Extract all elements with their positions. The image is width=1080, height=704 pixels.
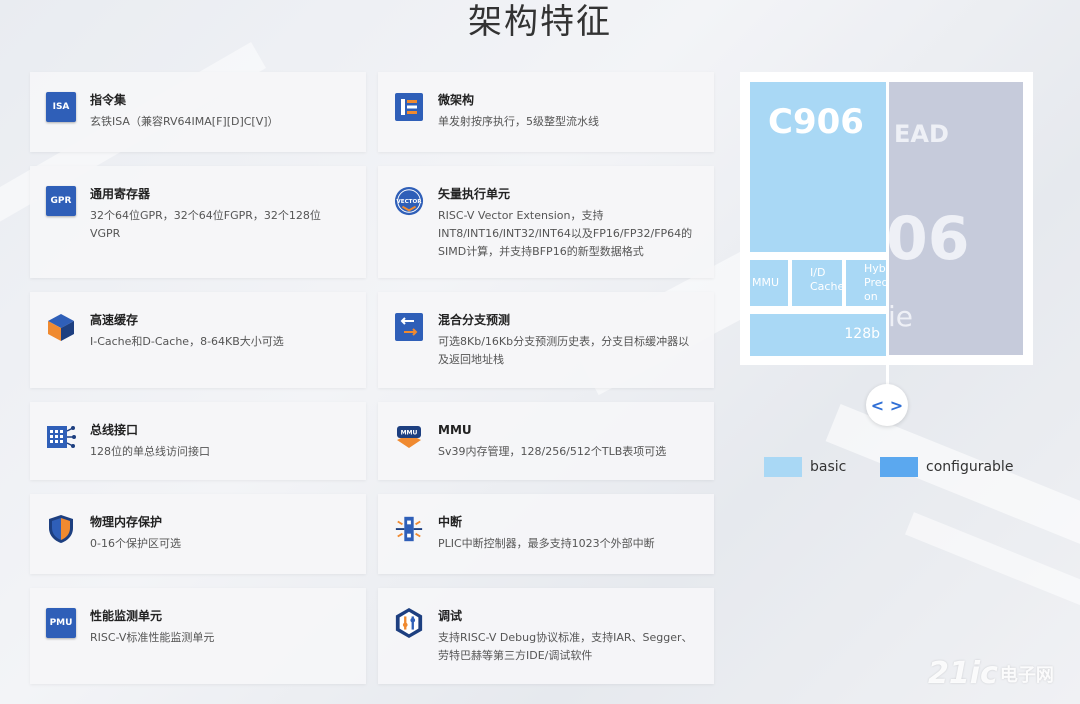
interrupt-icon — [394, 514, 424, 544]
feature-card-isa: ISA 指令集 玄铁ISA（兼容RV64IMA[F][D]C[V]） — [30, 72, 366, 152]
right-core-subtext: ie — [888, 300, 914, 333]
feature-description: RISC-V标准性能监测单元 — [90, 631, 215, 644]
feature-description: 可选8Kb/16Kb分支预测历史表，分支目标缓冲器以及返回地址栈 — [438, 335, 690, 366]
feature-heading: 指令集 — [90, 93, 127, 107]
feature-card-pmp: 物理内存保护 0-16个保护区可选 — [30, 494, 366, 574]
feature-heading: 中断 — [438, 515, 463, 529]
legend-basic: basic — [764, 457, 846, 477]
feature-description: Sv39内存管理，128/256/512个TLB表项可选 — [438, 445, 667, 458]
svg-text:VECTOR: VECTOR — [396, 199, 422, 205]
cache-icon — [46, 312, 76, 342]
feature-card-microarch: 微架构 单发射按序执行，5级整型流水线 — [378, 72, 714, 152]
cache-block: I/D Cache — [792, 260, 844, 306]
vector-icon: VECTOR — [394, 186, 424, 216]
legend-label: basic — [810, 459, 847, 475]
feature-description: 128位的单总线访问接口 — [90, 445, 210, 458]
isa-icon: ISA — [46, 92, 76, 122]
bus-width-block: 128b — [750, 314, 886, 356]
feature-heading: 矢量执行单元 — [438, 187, 511, 201]
legend-swatch — [764, 457, 802, 477]
svg-text:MMU: MMU — [401, 430, 418, 437]
feature-description: RISC-V Vector Extension，支持INT8/INT16/INT… — [438, 209, 693, 258]
feature-heading: 微架构 — [438, 93, 475, 107]
feature-card-interrupt: 中断 PLIC中断控制器，最多支持1023个外部中断 — [378, 494, 714, 574]
code-arrows-icon[interactable]: < > — [866, 384, 908, 426]
feature-description: 单发射按序执行，5级整型流水线 — [438, 115, 599, 128]
feature-heading: 物理内存保护 — [90, 515, 163, 529]
feature-card-gpr: GPR 通用寄存器 32个64位GPR，32个64位FGPR，32个128位VG… — [30, 166, 366, 278]
feature-heading: MMU — [438, 423, 472, 437]
feature-card-pmu: PMU 性能监测单元 RISC-V标准性能监测单元 — [30, 588, 366, 684]
feature-card-cache: 高速缓存 I-Cache和D-Cache，8-64KB大小可选 — [30, 292, 366, 388]
feature-card-debug: 调试 支持RISC-V Debug协议标准，支持IAR、Segger、劳特巴赫等… — [378, 588, 714, 684]
right-core-title: EAD — [894, 120, 949, 148]
feature-heading: 混合分支预测 — [438, 313, 511, 327]
legend-label: configurable — [926, 459, 1014, 475]
c906-core-block: C906 — [750, 82, 886, 252]
shield-icon — [46, 514, 76, 544]
feature-description: I-Cache和D-Cache，8-64KB大小可选 — [90, 335, 284, 348]
background-decoration — [904, 512, 1080, 632]
debug-icon — [394, 608, 424, 638]
hybrid-predictor-block: Hyb Pred on — [846, 260, 886, 306]
page-title: 架构特征 — [468, 2, 612, 42]
right-core-number: 06 — [886, 204, 970, 274]
gpr-icon: GPR — [46, 186, 76, 216]
feature-description: 玄铁ISA（兼容RV64IMA[F][D]C[V]） — [90, 115, 279, 128]
mmu-block: MMU — [750, 260, 788, 306]
feature-heading: 调试 — [438, 609, 463, 623]
feature-heading: 总线接口 — [90, 423, 139, 437]
legend-swatch — [880, 457, 918, 477]
watermark-logo: 21ic 电子网 — [928, 656, 1054, 691]
bus-icon — [46, 422, 76, 452]
feature-heading: 通用寄存器 — [90, 187, 151, 201]
comparison-slider-line[interactable] — [886, 72, 889, 390]
feature-description: PLIC中断控制器，最多支持1023个外部中断 — [438, 537, 655, 550]
core-name: C906 — [768, 102, 864, 142]
feature-card-branch: 混合分支预测 可选8Kb/16Kb分支预测历史表，分支目标缓冲器以及返回地址栈 — [378, 292, 714, 388]
background-decoration — [825, 404, 1080, 576]
legend-configurable: configurable — [880, 457, 1013, 477]
mmu-icon: MMU — [394, 422, 424, 452]
feature-card-vector: VECTOR 矢量执行单元 RISC-V Vector Extension，支持… — [378, 166, 714, 278]
right-core-panel: EAD 06 ie — [886, 82, 1023, 355]
feature-card-bus: 总线接口 128位的单总线访问接口 — [30, 402, 366, 480]
feature-heading: 高速缓存 — [90, 313, 139, 327]
pmu-icon: PMU — [46, 608, 76, 638]
feature-heading: 性能监测单元 — [90, 609, 163, 623]
feature-description: 支持RISC-V Debug协议标准，支持IAR、Segger、劳特巴赫等第三方… — [438, 631, 693, 662]
feature-description: 32个64位GPR，32个64位FGPR，32个128位VGPR — [90, 209, 321, 240]
watermark-cn: 电子网 — [999, 664, 1054, 686]
feature-card-mmu: MMU MMU Sv39内存管理，128/256/512个TLB表项可选 — [378, 402, 714, 480]
watermark-brand: 21ic — [928, 656, 998, 691]
microarch-icon — [394, 92, 424, 122]
feature-description: 0-16个保护区可选 — [90, 537, 181, 550]
branch-predict-icon — [394, 312, 424, 342]
